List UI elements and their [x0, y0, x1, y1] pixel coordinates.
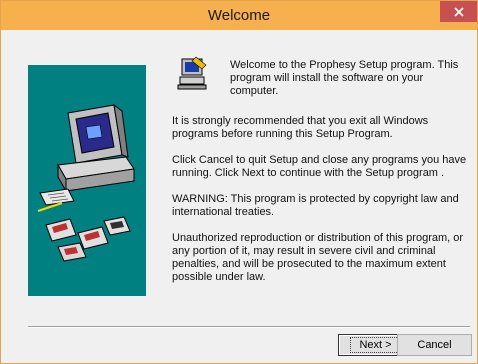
computer-with-disks-illustration [37, 103, 135, 262]
close-icon [453, 6, 464, 17]
setup-dialog-window: Welcome Welcome to the Prophesy Setup pr… [0, 0, 478, 364]
instructions-text: Click Cancel to quit Setup and close any… [172, 154, 467, 179]
window-title: Welcome [207, 7, 271, 24]
setup-illustration-panel [28, 65, 146, 296]
cancel-button-label: Cancel [417, 339, 452, 351]
close-button[interactable] [440, 1, 477, 22]
copyright-warning-text: WARNING: This program is protected by co… [172, 193, 459, 218]
unauthorized-use-text: Unauthorized reproduction or distributio… [172, 232, 464, 283]
cancel-button[interactable]: Cancel [397, 334, 472, 356]
title-bar[interactable]: Welcome [1, 1, 477, 30]
dialog-body: Welcome to the Prophesy Setup program. T… [8, 30, 472, 357]
welcome-intro-text: Welcome to the Prophesy Setup program. T… [230, 59, 459, 97]
next-button-label: Next > [350, 337, 401, 353]
button-divider [28, 326, 470, 328]
setup-computer-icon [177, 56, 207, 90]
recommendation-text: It is strongly recommended that you exit… [172, 115, 429, 140]
